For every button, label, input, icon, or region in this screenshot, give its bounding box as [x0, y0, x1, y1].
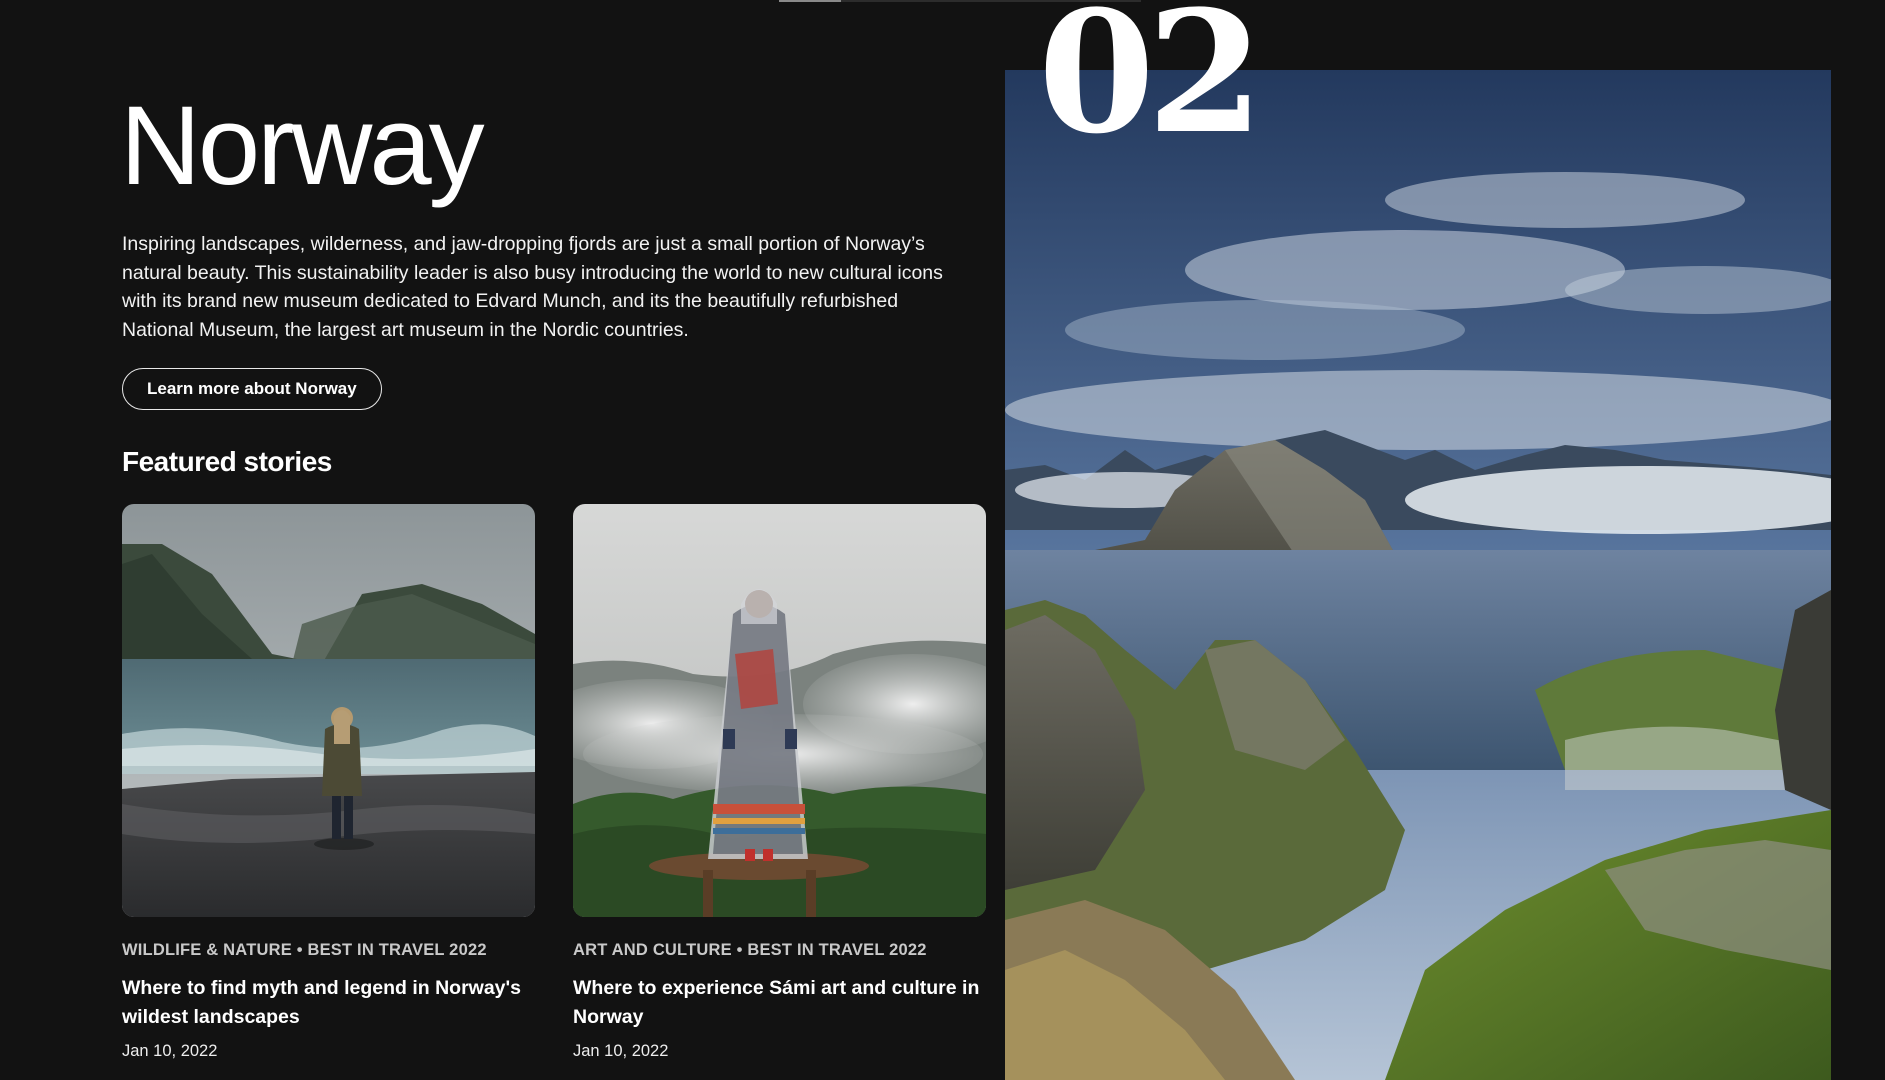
- story-card-myth-legend[interactable]: WILDLIFE & NATURE • BEST IN TRAVEL 2022 …: [122, 504, 535, 1061]
- lofoten-fjord-photo: [1005, 70, 1831, 1080]
- story-date: Jan 10, 2022: [573, 1042, 669, 1060]
- story-date: Jan 10, 2022: [122, 1042, 218, 1060]
- story-title-link[interactable]: Where to find myth and legend in Norway'…: [122, 974, 535, 1032]
- page-title: Norway: [120, 83, 485, 208]
- story-card-sami-art[interactable]: ART AND CULTURE • BEST IN TRAVEL 2022 Wh…: [573, 504, 986, 1061]
- slide-progress-fill: [779, 0, 841, 2]
- featured-stories-heading: Featured stories: [122, 446, 332, 477]
- learn-more-button[interactable]: Learn more about Norway: [122, 368, 382, 410]
- destination-description: Inspiring landscapes, wilderness, and ja…: [122, 233, 943, 341]
- raincoat-woman-photo[interactable]: [573, 504, 986, 917]
- story-tag: WILDLIFE & NATURE • BEST IN TRAVEL 2022: [122, 941, 487, 959]
- slide-index-number: 02: [1038, 0, 1264, 171]
- story-title-link[interactable]: Where to experience Sámi art and culture…: [573, 974, 986, 1032]
- story-tag: ART AND CULTURE • BEST IN TRAVEL 2022: [573, 941, 927, 959]
- coastal-hiker-photo[interactable]: [122, 504, 535, 917]
